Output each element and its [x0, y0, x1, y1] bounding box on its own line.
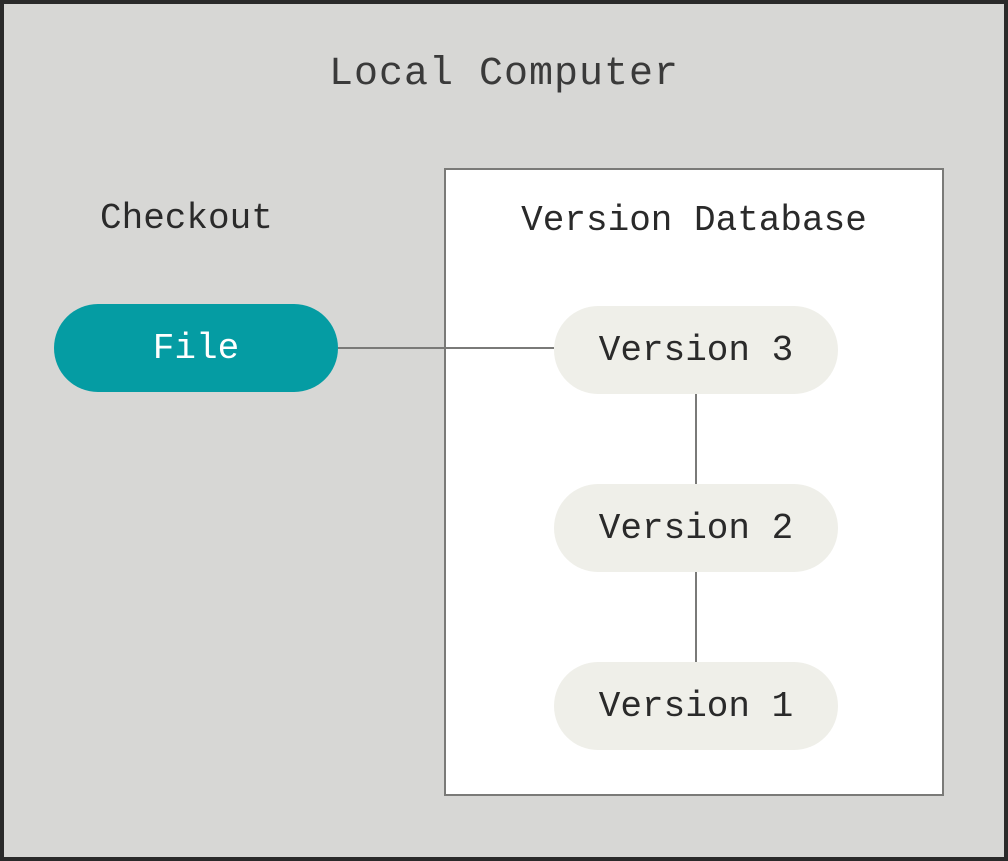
version-2-label: Version 2 — [599, 508, 793, 549]
connector-file-to-v3 — [338, 347, 554, 349]
file-node-label: File — [153, 328, 239, 369]
connector-v3-to-v2 — [695, 394, 697, 484]
version-3-node: Version 3 — [554, 306, 838, 394]
version-3-label: Version 3 — [599, 330, 793, 371]
version-1-node: Version 1 — [554, 662, 838, 750]
diagram-title: Local Computer — [4, 52, 1004, 97]
checkout-section-label: Checkout — [100, 198, 273, 239]
file-node: File — [54, 304, 338, 392]
version-database-title: Version Database — [446, 200, 942, 241]
version-database-box: Version Database Version 3 Version 2 Ver… — [444, 168, 944, 796]
version-1-label: Version 1 — [599, 686, 793, 727]
connector-v2-to-v1 — [695, 572, 697, 662]
version-2-node: Version 2 — [554, 484, 838, 572]
